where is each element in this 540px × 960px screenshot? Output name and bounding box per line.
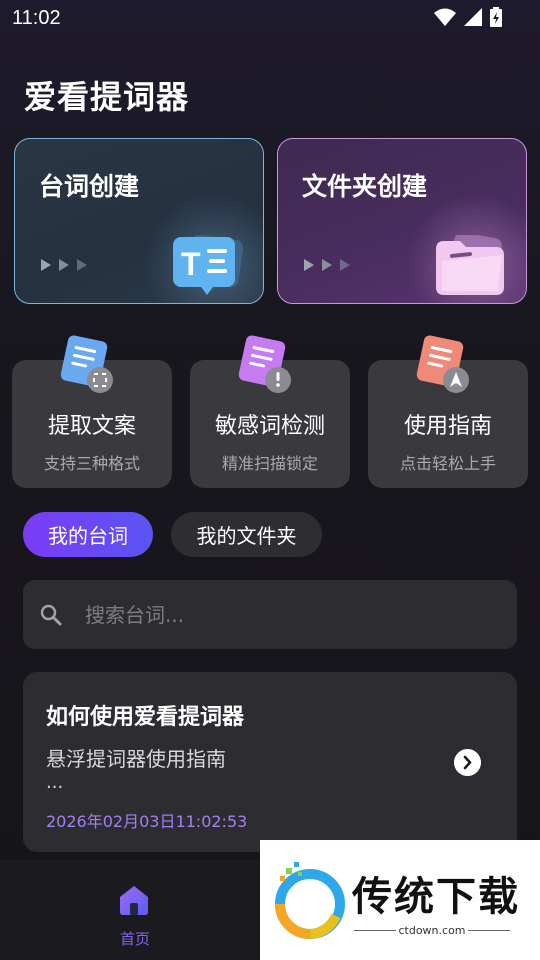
status-time: 11:02 — [12, 7, 61, 29]
search-bar[interactable] — [23, 580, 517, 649]
user-guide-title: 使用指南 — [403, 414, 492, 439]
play-arrows — [304, 259, 350, 271]
script-item-ellipsis: ... — [46, 772, 64, 793]
extract-text-subtitle: 支持三种格式 — [43, 454, 140, 473]
script-item-subtitle: 悬浮提词器使用指南 — [46, 747, 226, 771]
warning-doc-icon — [238, 335, 291, 393]
script-item-date: 2026年02月03日11:02:53 — [46, 812, 248, 831]
create-script-title: 台词创建 — [39, 172, 140, 201]
tab-my-scripts[interactable]: 我的台词 — [23, 512, 153, 557]
tab-my-folders[interactable]: 我的文件夹 — [171, 512, 322, 557]
status-icons — [434, 7, 502, 27]
create-folder-title: 文件夹创建 — [302, 172, 428, 201]
text-doc-icon: T — [173, 235, 243, 295]
search-input[interactable] — [85, 598, 485, 632]
script-item-title: 如何使用爱看提词器 — [46, 705, 245, 730]
guide-doc-icon — [416, 335, 469, 393]
folder-icon — [436, 235, 504, 295]
extract-text-title: 提取文案 — [47, 414, 136, 439]
sensitive-word-title: 敏感词检测 — [214, 414, 325, 439]
script-item[interactable]: 如何使用爱看提词器 悬浮提词器使用指南 ... 2026年02月03日11:02… — [23, 672, 517, 852]
watermark-brand: 传统下载 — [352, 874, 520, 920]
nav-home-label[interactable]: 首页 — [0, 928, 270, 949]
svg-text:T: T — [181, 246, 201, 282]
app-title: 爱看提词器 — [24, 78, 190, 116]
sensitive-word-subtitle: 精准扫描锁定 — [221, 454, 318, 473]
status-bar: 11:02 — [0, 0, 540, 36]
watermark-logo — [275, 862, 345, 939]
create-script-card[interactable]: 台词创建 T — [14, 138, 264, 304]
signal-icon — [464, 8, 482, 26]
watermark-divider — [468, 930, 510, 931]
watermark: 传统下载 ctdown.com — [260, 840, 540, 960]
home-icon[interactable] — [117, 884, 151, 916]
extract-doc-icon — [60, 335, 113, 393]
battery-icon — [490, 7, 502, 27]
user-guide-subtitle: 点击轻松上手 — [399, 454, 496, 473]
create-folder-card[interactable]: 文件夹创建 — [277, 138, 527, 304]
play-arrows — [41, 259, 87, 271]
chevron-right-icon[interactable] — [454, 749, 481, 776]
search-icon — [40, 604, 62, 626]
wifi-icon — [434, 8, 456, 26]
